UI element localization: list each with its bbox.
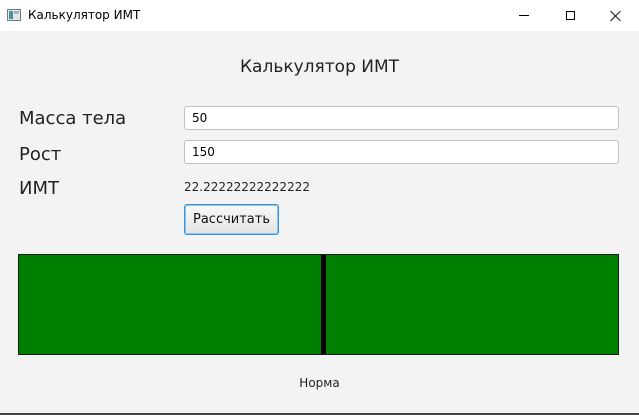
- mass-label: Масса тела: [19, 108, 127, 129]
- app-window-icon: [7, 9, 21, 21]
- height-label: Рост: [19, 144, 62, 165]
- gauge-marker: [320, 255, 326, 354]
- minimize-icon: [519, 15, 529, 16]
- close-button[interactable]: [593, 0, 639, 31]
- bmi-result: 22.22222222222222: [184, 180, 310, 194]
- page-title: Калькулятор ИМТ: [239, 57, 400, 77]
- bmi-gauge: [18, 254, 619, 355]
- title-bar: Калькулятор ИМТ: [0, 0, 639, 31]
- mass-input[interactable]: [184, 106, 619, 130]
- close-icon: [610, 10, 622, 22]
- status-text: Норма: [299, 376, 340, 390]
- calculate-button[interactable]: Рассчитать: [184, 204, 279, 235]
- maximize-button[interactable]: [547, 0, 593, 31]
- minimize-button[interactable]: [501, 0, 547, 31]
- maximize-icon: [565, 11, 575, 20]
- height-input[interactable]: [184, 140, 619, 164]
- bmi-label: ИМТ: [19, 178, 59, 199]
- window-title: Калькулятор ИМТ: [28, 8, 141, 22]
